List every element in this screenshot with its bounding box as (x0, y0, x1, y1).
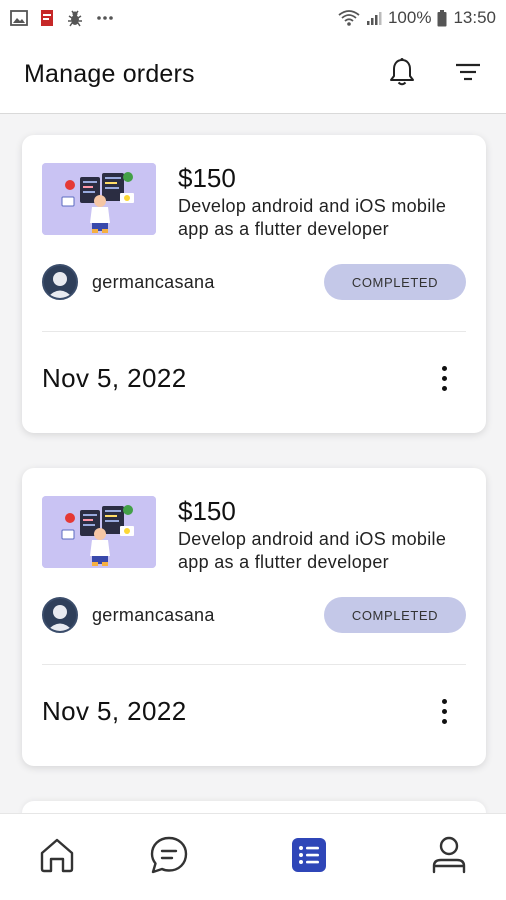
order-date: Nov 5, 2022 (42, 362, 187, 393)
avatar (42, 597, 78, 633)
page-title: Manage orders (24, 60, 195, 88)
order-card[interactable]: $150 Develop android and iOS mobile app … (22, 135, 486, 433)
more-vertical-icon (441, 698, 447, 724)
chat-icon (149, 835, 189, 880)
bell-icon (388, 57, 416, 92)
orders-list-icon (290, 836, 328, 879)
seller-name: germancasana (92, 271, 215, 292)
order-price: $150 (178, 163, 236, 193)
more-options-button[interactable] (432, 694, 456, 728)
nav-profile[interactable] (428, 836, 470, 878)
bottom-navigation (0, 813, 506, 900)
gig-thumbnail (42, 496, 156, 568)
battery-icon (437, 9, 447, 27)
battery-percent: 100% (387, 8, 432, 27)
bug-icon (66, 9, 84, 27)
gig-thumbnail (42, 163, 156, 235)
divider (42, 664, 466, 665)
status-badge: COMPLETED (324, 597, 466, 633)
app-header: Manage orders (0, 36, 506, 114)
avatar (42, 264, 78, 300)
pdf-icon (40, 9, 54, 27)
wifi-icon (338, 9, 360, 27)
order-description-line-2: app as a flutter developer (178, 552, 389, 572)
profile-icon (431, 835, 467, 880)
more-notifications-icon (96, 15, 114, 21)
divider (42, 331, 466, 332)
more-options-button[interactable] (432, 361, 456, 395)
nav-home[interactable] (36, 836, 78, 878)
filter-icon (454, 61, 482, 88)
seller-name: germancasana (92, 604, 215, 625)
home-icon (38, 836, 76, 879)
order-price: $150 (178, 496, 236, 526)
notifications-button[interactable] (386, 57, 418, 92)
order-card[interactable]: $150 Develop android and iOS mobile app … (22, 468, 486, 766)
nav-messages[interactable] (148, 836, 190, 878)
nav-orders[interactable] (288, 836, 330, 878)
image-icon (10, 10, 28, 26)
order-description-line-2: app as a flutter developer (178, 219, 389, 239)
orders-list[interactable]: $150 Develop android and iOS mobile app … (0, 115, 506, 813)
clock: 13:50 (453, 8, 496, 27)
status-badge: COMPLETED (324, 264, 466, 300)
more-vertical-icon (441, 365, 447, 391)
filter-button[interactable] (452, 59, 484, 91)
order-card-partial[interactable] (22, 801, 486, 813)
order-date: Nov 5, 2022 (42, 695, 187, 726)
order-description-line-1: Develop android and iOS mobile (178, 529, 447, 549)
status-bar: 100% 13:50 (0, 0, 506, 36)
order-description-line-1: Develop android and iOS mobile (178, 196, 447, 216)
signal-icon (366, 10, 382, 26)
